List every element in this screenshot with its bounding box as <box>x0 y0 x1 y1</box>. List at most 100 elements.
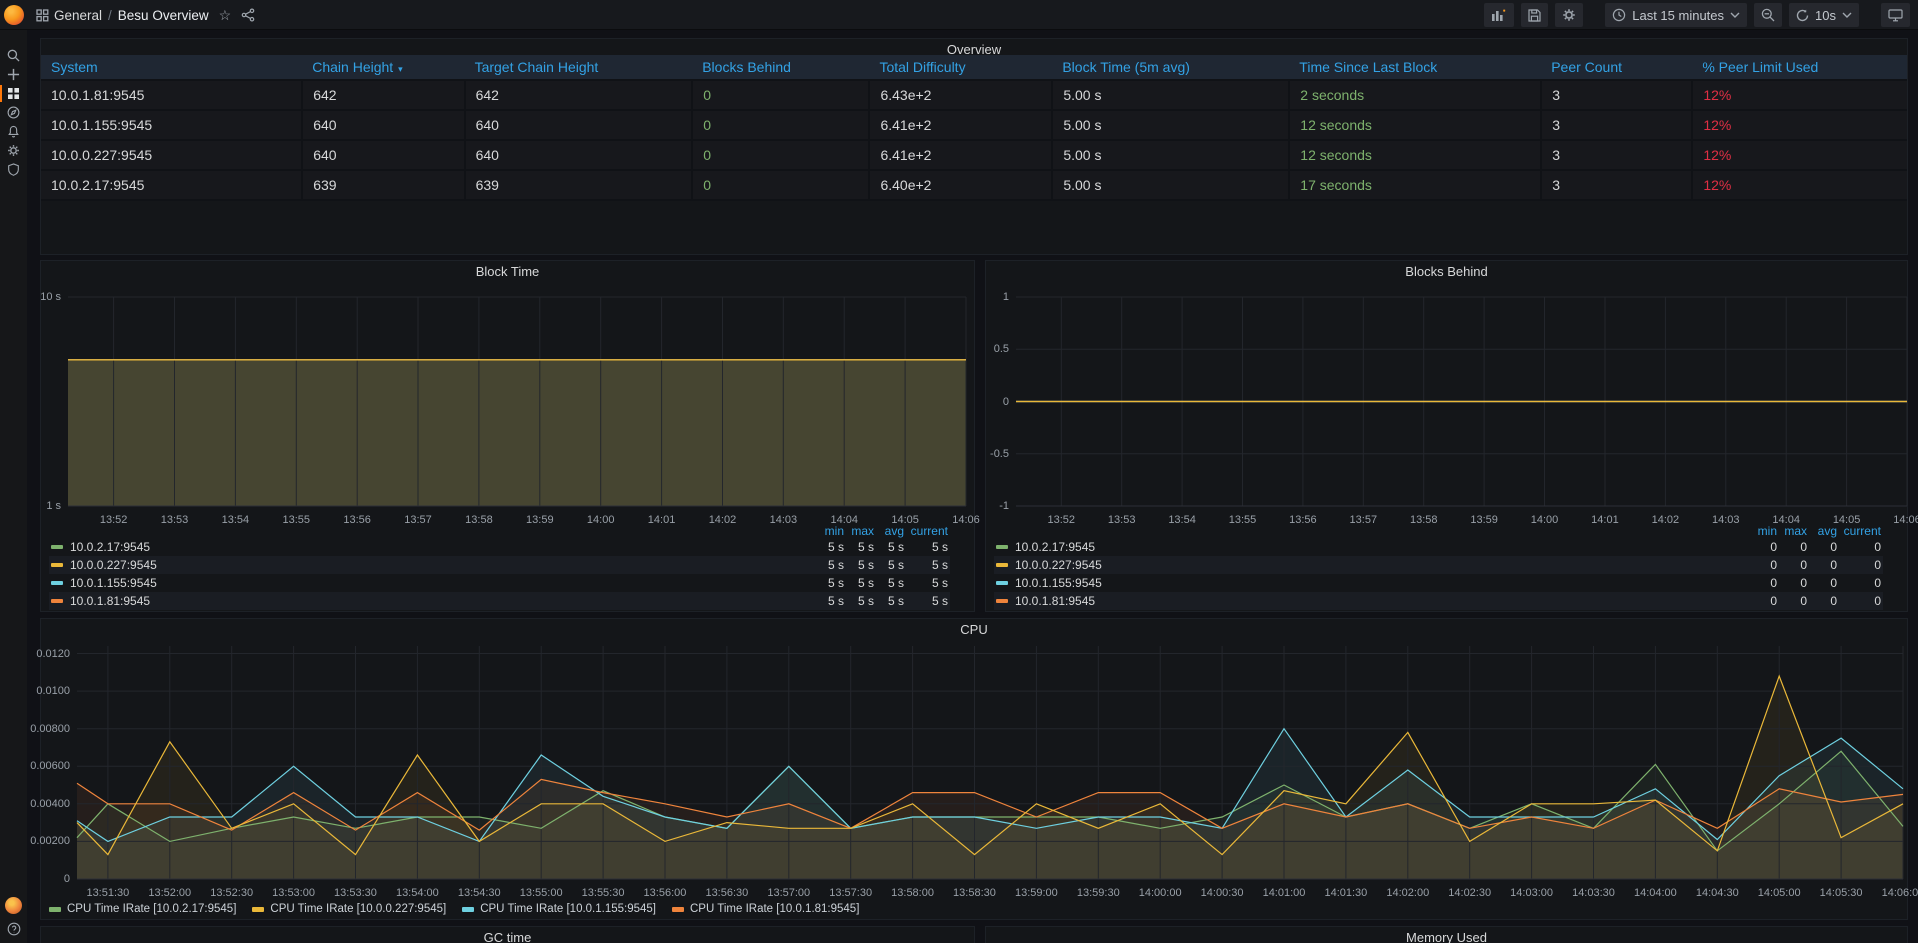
table-cell: 12 seconds <box>1289 140 1541 170</box>
column-header[interactable]: Total Difficulty <box>869 55 1052 80</box>
series-name: 10.0.1.155:9545 <box>1015 576 1102 590</box>
refresh-icon <box>1796 9 1809 22</box>
panel-title-overview[interactable]: Overview <box>41 42 1907 57</box>
series-color-swatch <box>996 545 1008 549</box>
panel-title-memory-used[interactable]: Memory Used <box>986 930 1907 943</box>
avatar <box>5 897 22 914</box>
legend-header: minmaxavgcurrent <box>49 523 950 538</box>
legend-stat-header[interactable]: current <box>1837 524 1881 538</box>
column-header[interactable]: Time Since Last Block <box>1289 55 1541 80</box>
legend-stat-header[interactable]: avg <box>874 524 904 538</box>
time-range-picker[interactable]: Last 15 minutes <box>1605 3 1747 27</box>
legend-stat-value: 0 <box>1777 594 1807 608</box>
x-axis-label: 13:57:00 <box>767 887 810 899</box>
dashboards-icon <box>7 87 20 100</box>
legend-stat-header[interactable]: avg <box>1807 524 1837 538</box>
save-dashboard-button[interactable] <box>1521 3 1548 27</box>
legend-stat-header[interactable]: min <box>814 524 844 538</box>
sidebar-item-server-admin[interactable] <box>0 160 27 179</box>
add-panel-button[interactable] <box>1484 3 1514 27</box>
zoom-out-button[interactable] <box>1754 3 1782 27</box>
x-axis-label: 13:57:30 <box>829 887 872 899</box>
column-header[interactable]: System <box>41 55 302 80</box>
sidebar-item-dashboards[interactable] <box>0 84 27 103</box>
table-cell: 3 <box>1541 140 1692 170</box>
sidebar-item-search[interactable] <box>0 46 27 65</box>
legend-stat-value: 5 s <box>814 558 844 572</box>
column-header[interactable]: Peer Count <box>1541 55 1692 80</box>
y-axis-label: -0.5 <box>990 448 1009 460</box>
gear-icon <box>1562 8 1576 22</box>
legend-stat-header[interactable]: min <box>1747 524 1777 538</box>
grafana-logo[interactable] <box>4 5 24 25</box>
legend-item[interactable]: CPU Time IRate [10.0.1.155:9545] <box>462 903 656 915</box>
legend-stat-value: 0 <box>1837 576 1881 590</box>
column-header[interactable]: Chain Height▾ <box>302 55 464 80</box>
block-time-chart[interactable] <box>68 297 966 506</box>
legend-row[interactable]: 10.0.0.227:95455 s5 s5 s5 s <box>49 556 950 574</box>
x-axis-label: 14:06 <box>952 514 980 526</box>
dashboard-settings-button[interactable] <box>1555 3 1583 27</box>
sidebar-item-explore[interactable] <box>0 103 27 122</box>
share-icon[interactable] <box>241 8 255 22</box>
legend-stat-header[interactable]: current <box>904 524 948 538</box>
series-color-swatch <box>51 545 63 549</box>
x-axis-label: 13:54:30 <box>458 887 501 899</box>
legend-item[interactable]: CPU Time IRate [10.0.2.17:9545] <box>49 903 236 915</box>
legend-stat-value: 5 s <box>814 576 844 590</box>
x-axis-label: 14:03:30 <box>1572 887 1615 899</box>
legend-row[interactable]: 10.0.1.81:95455 s5 s5 s5 s <box>49 592 950 610</box>
column-header[interactable]: % Peer Limit Used <box>1692 55 1907 80</box>
legend-item[interactable]: CPU Time IRate [10.0.1.81:9545] <box>672 903 859 915</box>
grafana-flame-icon <box>4 5 24 25</box>
table-cell: 12% <box>1692 170 1907 200</box>
table-cell: 640 <box>465 140 693 170</box>
legend-stat-value: 5 s <box>844 540 874 554</box>
blocks-behind-plot[interactable]: 10.50-0.5-113:5213:5313:5413:5513:5613:5… <box>1016 297 1907 506</box>
table-cell: 12% <box>1692 110 1907 140</box>
sidebar-item-configuration[interactable] <box>0 141 27 160</box>
x-axis-label: 13:53:30 <box>334 887 377 899</box>
legend-item[interactable]: CPU Time IRate [10.0.0.227:9545] <box>252 903 446 915</box>
x-axis-label: 13:55:30 <box>582 887 625 899</box>
column-header[interactable]: Block Time (5m avg) <box>1052 55 1289 80</box>
block-time-plot[interactable]: 10 s1 s13:5213:5313:5413:5513:5613:5713:… <box>68 297 966 506</box>
cpu-chart[interactable] <box>77 646 1903 879</box>
legend-stat-header[interactable]: max <box>1777 524 1807 538</box>
panel-title-cpu[interactable]: CPU <box>41 622 1907 637</box>
legend-stat-header[interactable]: max <box>844 524 874 538</box>
cpu-plot[interactable]: 0.01200.01000.008000.006000.004000.00200… <box>77 646 1903 879</box>
series-color-swatch <box>672 907 684 912</box>
legend-stat-value: 0 <box>1807 576 1837 590</box>
sidebar-item-alerting[interactable] <box>0 122 27 141</box>
sidebar-user-avatar[interactable] <box>0 893 27 917</box>
zoom-out-icon <box>1761 8 1775 22</box>
table-cell: 2 seconds <box>1289 80 1541 110</box>
series-name: CPU Time IRate [10.0.1.155:9545] <box>480 903 656 915</box>
star-icon[interactable]: ☆ <box>219 0 232 30</box>
table-cell: 6.41e+2 <box>869 140 1052 170</box>
legend-row[interactable]: 10.0.1.81:95450000 <box>994 592 1883 610</box>
refresh-button[interactable]: 10s <box>1789 3 1859 27</box>
panel-title-block-time[interactable]: Block Time <box>41 264 974 279</box>
dashboard-grid-icon[interactable] <box>36 9 49 22</box>
table-cell: 0 <box>692 110 869 140</box>
panel-title-gc-time[interactable]: GC time <box>41 930 974 943</box>
sidebar-item-help[interactable] <box>0 917 27 941</box>
legend-row[interactable]: 10.0.0.227:95450000 <box>994 556 1883 574</box>
legend-stat-value: 0 <box>1807 558 1837 572</box>
column-header[interactable]: Blocks Behind <box>692 55 869 80</box>
legend-row[interactable]: 10.0.2.17:95455 s5 s5 s5 s <box>49 538 950 556</box>
legend-row[interactable]: 10.0.1.155:95455 s5 s5 s5 s <box>49 574 950 592</box>
legend-row[interactable]: 10.0.2.17:95450000 <box>994 538 1883 556</box>
legend-row[interactable]: 10.0.1.155:95450000 <box>994 574 1883 592</box>
sidebar-item-create[interactable] <box>0 65 27 84</box>
legend-stat-value: 0 <box>1747 594 1777 608</box>
breadcrumb-section[interactable]: General <box>54 8 102 23</box>
dashboard-title[interactable]: Besu Overview <box>118 8 209 23</box>
blocks-behind-chart[interactable] <box>1016 297 1907 506</box>
column-header[interactable]: Target Chain Height <box>465 55 693 80</box>
legend-header: minmaxavgcurrent <box>994 523 1883 538</box>
panel-title-blocks-behind[interactable]: Blocks Behind <box>986 264 1907 279</box>
kiosk-mode-button[interactable] <box>1881 3 1910 27</box>
